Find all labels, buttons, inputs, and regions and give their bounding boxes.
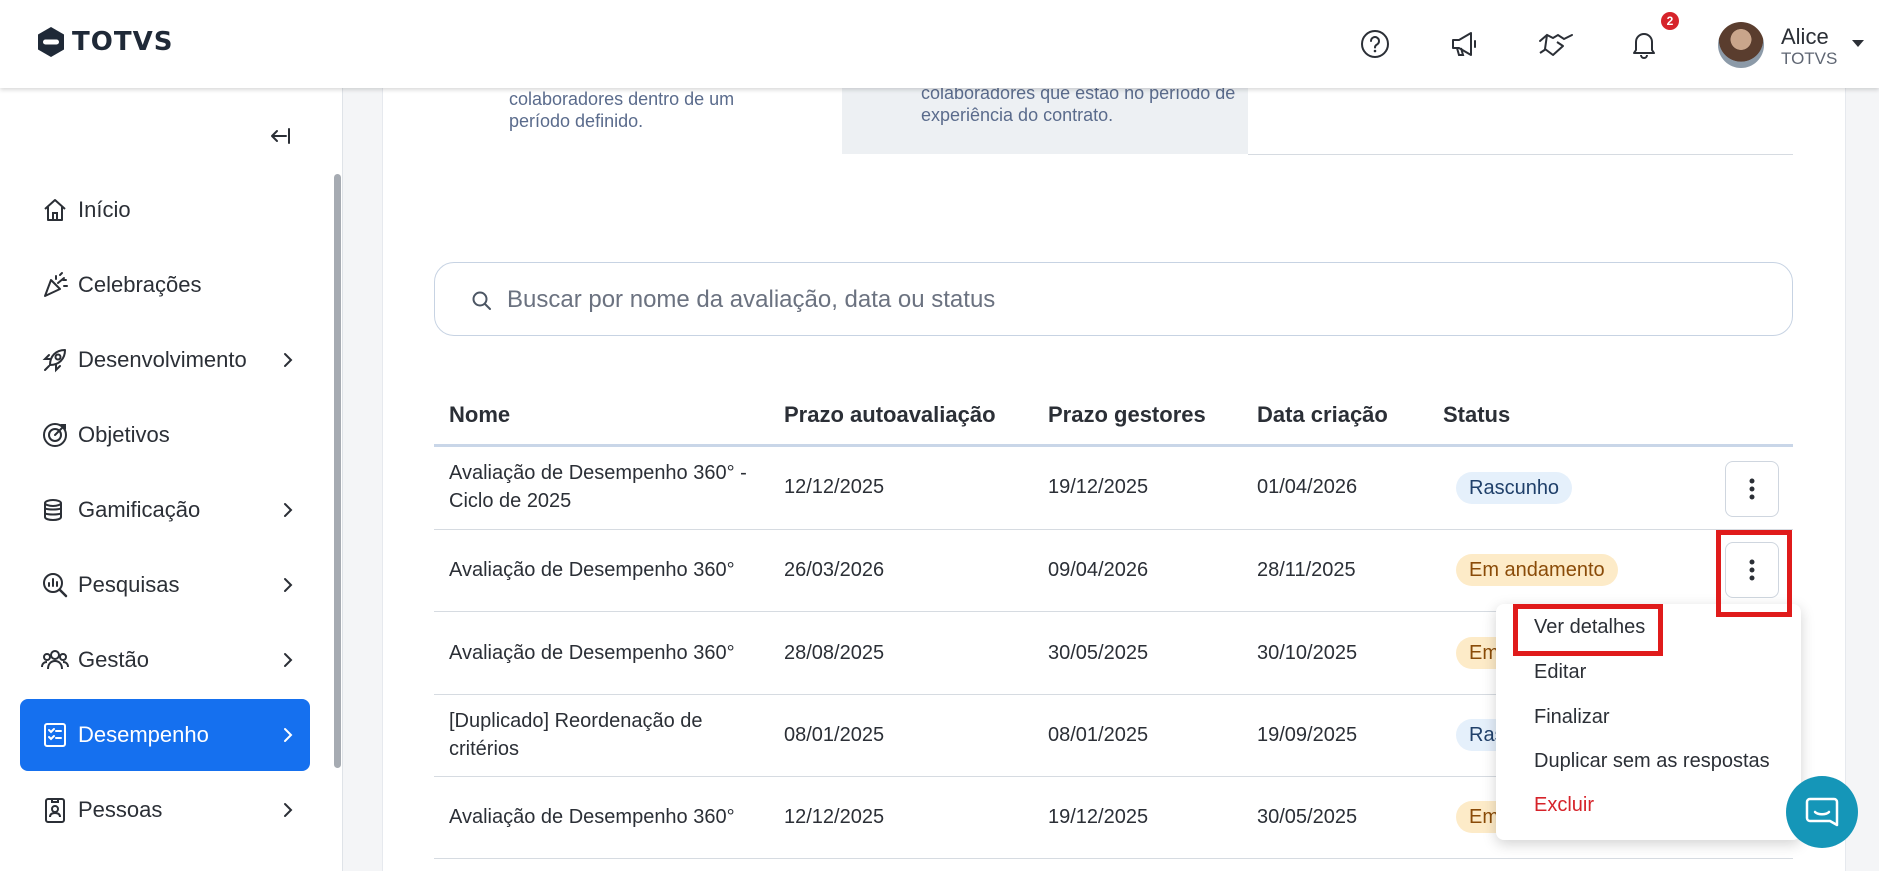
totvs-logo-mark-icon [38, 27, 64, 57]
highlight-box-actions-button [1716, 530, 1792, 617]
table-row-self-deadline: 08/01/2025 [784, 724, 885, 746]
table-row-name[interactable]: Avaliação de Desempenho 360° [449, 639, 735, 667]
table-row-self-deadline: 12/12/2025 [784, 806, 885, 828]
card-description: colaboradores que estão no período de ex… [921, 83, 1236, 125]
sidebar-item-label: Início [78, 197, 131, 222]
table-row-self-deadline: 12/12/2025 [784, 476, 885, 498]
user-name[interactable]: Alice [1781, 24, 1829, 50]
sidebar-item-label: Objetivos [78, 422, 170, 447]
row-actions-button[interactable] [1725, 461, 1779, 517]
table-row-created: 30/10/2025 [1257, 642, 1358, 664]
status-badge: Em andamento [1456, 554, 1618, 586]
party-popper-icon [40, 270, 70, 300]
tabs-divider [1248, 154, 1793, 155]
menu-item-delete[interactable]: Excluir [1534, 794, 1594, 817]
column-header-prazo-autoavaliacao[interactable]: Prazo autoavaliação [784, 402, 996, 428]
sidebar-item-pesquisas[interactable]: Pesquisas [20, 549, 310, 621]
table-row-manager-deadline: 09/04/2026 [1048, 559, 1149, 581]
table-header-divider [434, 444, 1793, 447]
top-header: TOTVS 2 Alice TOTVS [0, 0, 1879, 88]
menu-item-finalize[interactable]: Finalizar [1534, 706, 1610, 729]
column-header-data-criacao[interactable]: Data criação [1257, 402, 1388, 428]
table-row-name[interactable]: Avaliação de Desempenho 360° [449, 803, 735, 831]
chat-launcher-button[interactable] [1786, 776, 1858, 848]
sidebar-item-celebracoes[interactable]: Celebrações [20, 249, 310, 321]
column-header-prazo-gestores[interactable]: Prazo gestores [1048, 402, 1206, 428]
totvs-logo[interactable]: TOTVS [36, 26, 173, 58]
sidebar-item-label: Pesquisas [78, 572, 180, 597]
row-divider [434, 858, 1793, 859]
chevron-right-icon [284, 653, 293, 667]
column-header-nome[interactable]: Nome [449, 402, 510, 428]
sidebar-item-inicio[interactable]: Início [20, 174, 310, 246]
help-icon[interactable] [1355, 24, 1395, 64]
rocket-icon [40, 345, 70, 375]
table-row-created: 19/09/2025 [1257, 724, 1358, 746]
sidebar-scrollbar[interactable] [334, 174, 341, 768]
table-row-created: 30/05/2025 [1257, 806, 1358, 828]
sidebar-item-gestao[interactable]: Gestão [20, 624, 310, 696]
user-org: TOTVS [1781, 49, 1838, 68]
people-icon [40, 645, 70, 675]
sidebar-item-label: Gestão [78, 647, 149, 672]
table-row-manager-deadline: 08/01/2025 [1048, 724, 1149, 746]
sidebar-item-desenvolvimento[interactable]: Desenvolvimento [20, 324, 310, 396]
id-badge-icon [40, 795, 70, 825]
user-menu-caret-icon[interactable] [1852, 40, 1864, 47]
sidebar-item-label: Gamificação [78, 497, 201, 522]
menu-item-duplicate[interactable]: Duplicar sem as respostas [1534, 750, 1770, 773]
chevron-right-icon [284, 728, 293, 742]
row-divider [434, 529, 1793, 530]
sidebar-item-gamificacao[interactable]: Gamificação [20, 474, 310, 546]
evaluation-type-card-periodic[interactable]: colaboradores dentro de um período defin… [509, 88, 779, 132]
search-icon [472, 291, 491, 310]
table-row-name[interactable]: Avaliação de Desempenho 360° - Ciclo de … [449, 459, 769, 515]
target-icon [40, 420, 70, 450]
chat-icon [1805, 797, 1839, 827]
table-row-manager-deadline: 19/12/2025 [1048, 806, 1149, 828]
column-header-status[interactable]: Status [1443, 402, 1510, 428]
table-row-created: 28/11/2025 [1257, 559, 1356, 581]
table-row-self-deadline: 28/08/2025 [784, 642, 885, 664]
sidebar-item-pessoas[interactable]: Pessoas [20, 774, 310, 846]
sidebar-item-label: Celebrações [78, 272, 202, 297]
sidebar-item-objetivos[interactable]: Objetivos [20, 399, 310, 471]
search-chart-icon [40, 570, 70, 600]
chevron-right-icon [284, 503, 293, 517]
evaluation-type-card-experience[interactable]: colaboradores que estão no período de ex… [842, 83, 1248, 154]
chevron-right-icon [284, 353, 293, 367]
table-row-manager-deadline: 19/12/2025 [1048, 476, 1149, 498]
status-badge: Rascunho [1456, 472, 1573, 504]
table-row-created: 01/04/2026 [1257, 476, 1358, 498]
sidebar-item-label: Pessoas [78, 797, 163, 822]
notifications-bell-icon[interactable] [1624, 24, 1664, 64]
sidebar-item-desempenho[interactable]: Desempenho [20, 699, 310, 771]
brand-name: TOTVS [72, 27, 174, 57]
search-input[interactable] [507, 281, 1707, 319]
table-row-name[interactable]: Avaliação de Desempenho 360° [449, 556, 735, 584]
megaphone-icon[interactable] [1445, 24, 1485, 64]
notifications-count-badge: 2 [1661, 12, 1679, 30]
card-description: colaboradores dentro de um período defin… [509, 89, 735, 131]
more-vertical-icon [1749, 478, 1755, 500]
table-row-manager-deadline: 30/05/2025 [1048, 642, 1149, 664]
coins-icon [40, 495, 70, 525]
sidebar-item-label: Desenvolvimento [78, 347, 247, 372]
handshake-icon[interactable] [1536, 24, 1576, 64]
avatar[interactable] [1718, 22, 1764, 68]
collapse-sidebar-icon[interactable] [266, 122, 294, 150]
chevron-right-icon [284, 578, 293, 592]
checklist-icon [40, 720, 70, 750]
table-row-name[interactable]: [Duplicado] Reordenação de critérios [449, 707, 749, 763]
chevron-right-icon [284, 803, 293, 817]
search-bar[interactable] [434, 262, 1793, 336]
menu-item-edit[interactable]: Editar [1534, 661, 1586, 684]
sidebar-item-label: Desempenho [78, 722, 209, 747]
highlight-box-view-details [1513, 604, 1663, 656]
home-icon [40, 195, 70, 225]
table-row-self-deadline: 26/03/2026 [784, 559, 885, 581]
